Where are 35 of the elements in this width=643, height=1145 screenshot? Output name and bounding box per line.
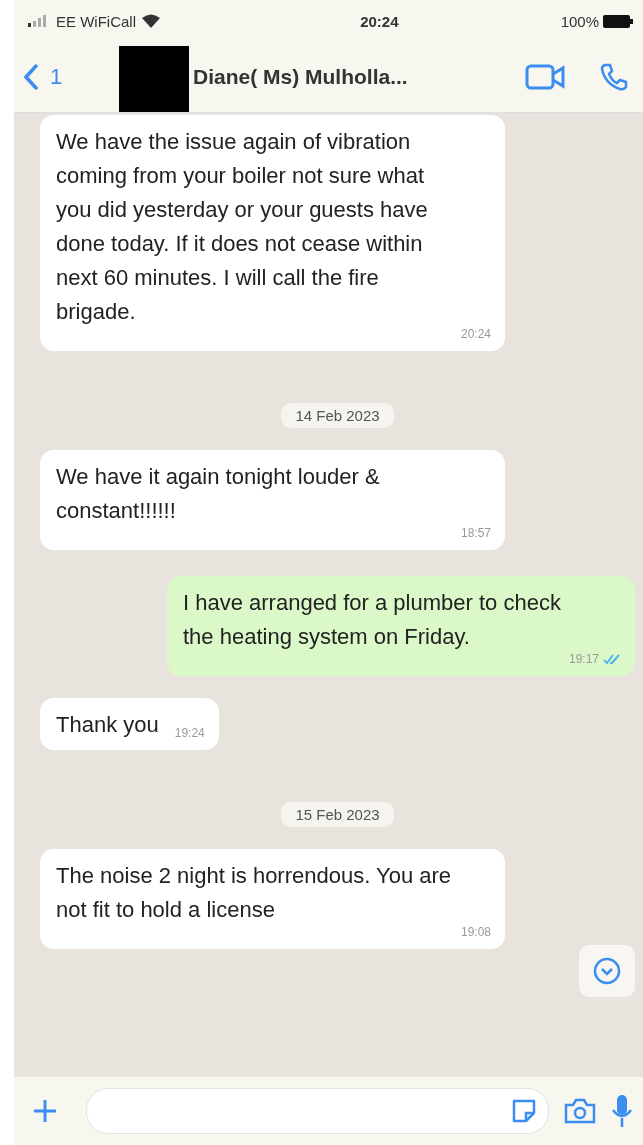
battery-icon <box>603 14 633 28</box>
back-button[interactable]: 1 <box>24 64 119 90</box>
message-input-field[interactable] <box>86 1088 549 1134</box>
message-time: 19:17 <box>568 651 599 668</box>
carrier-label: EE WiFiCall <box>56 12 136 30</box>
message-text: The noise 2 night is horrendous. You are not fit to hold a license <box>56 862 453 924</box>
add-button[interactable] <box>32 1098 58 1124</box>
date-chip: 15 Feb 2023 <box>281 802 394 827</box>
message-text: I have arranged for a plumber to check the heating system on Friday. <box>183 589 562 651</box>
date-chip: 14 Feb 2023 <box>281 403 394 428</box>
message-time: 20:24 <box>460 326 491 343</box>
video-call-button[interactable] <box>525 64 565 90</box>
message-text: Thank you <box>56 711 159 739</box>
phone-icon <box>599 62 629 92</box>
message-time: 19:24 <box>174 725 205 742</box>
microphone-button[interactable] <box>611 1094 633 1128</box>
wifi-icon <box>142 14 160 28</box>
message-text: We have it again tonight louder & constant!!!!!! <box>56 463 381 525</box>
camera-button[interactable] <box>563 1097 597 1125</box>
camera-icon <box>563 1097 597 1125</box>
plus-icon <box>32 1098 58 1124</box>
clock-time: 20:24 <box>359 12 400 30</box>
voice-call-button[interactable] <box>599 62 629 92</box>
chevron-left-icon <box>24 64 38 90</box>
contact-name: Diane( Ms) Mulholla... <box>193 65 408 89</box>
scroll-down-button[interactable] <box>579 945 635 997</box>
redaction-block <box>119 46 189 112</box>
message-time: 18:57 <box>460 525 491 542</box>
video-camera-icon <box>525 64 565 90</box>
microphone-icon <box>611 1094 633 1128</box>
battery-percent: 100% <box>560 12 599 30</box>
message-text: We have the issue again of vibration coming from your boiler not sure what you did yesterday or your guests have done today. If it does not cease within next 60 minutes. I will call the fire brigade. <box>56 128 429 326</box>
sticker-icon <box>510 1097 538 1125</box>
message-time: 19:08 <box>460 924 491 941</box>
chevron-down-icon <box>592 956 622 986</box>
